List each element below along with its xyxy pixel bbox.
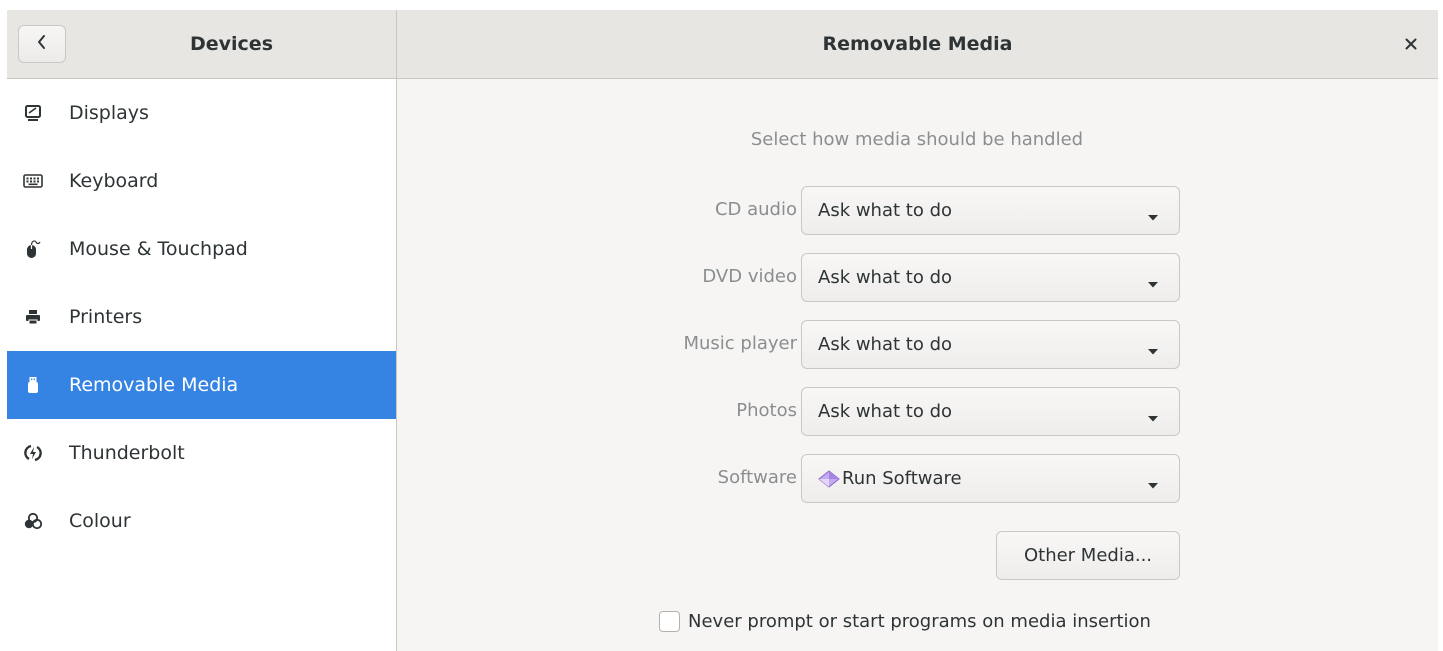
dropdown-value: Ask what to do <box>818 334 953 355</box>
page-title: Removable Media <box>822 33 1013 55</box>
sidebar-item-removable-media[interactable]: Removable Media <box>7 351 396 419</box>
printer-icon <box>23 307 43 327</box>
dropdown-arrow-icon <box>1147 408 1159 427</box>
sidebar-title: Devices <box>189 33 273 55</box>
row-label-dvd-video: DVD video <box>702 266 797 287</box>
dropdown-arrow-icon <box>1147 207 1159 226</box>
close-icon <box>1405 35 1417 54</box>
cd-audio-dropdown[interactable]: Ask what to do <box>801 186 1180 235</box>
keyboard-icon <box>23 171 43 191</box>
dropdown-value: Run Software <box>842 468 962 489</box>
sidebar: Displays Keyboard Mouse & Touchpad Print… <box>7 79 397 651</box>
software-dropdown[interactable]: Run Software <box>801 454 1180 503</box>
sidebar-item-label: Colour <box>69 510 131 532</box>
sidebar-item-label: Thunderbolt <box>69 442 185 464</box>
dropdown-arrow-icon <box>1147 341 1159 360</box>
dropdown-value: Ask what to do <box>818 267 953 288</box>
row-label-cd-audio: CD audio <box>714 199 797 220</box>
sidebar-item-colour[interactable]: Colour <box>7 487 396 555</box>
dropdown-arrow-icon <box>1147 274 1159 293</box>
sidebar-item-label: Removable Media <box>69 374 239 396</box>
header-bar: Devices Removable Media <box>7 10 1438 79</box>
dropdown-arrow-icon <box>1147 475 1159 494</box>
dropdown-value: Ask what to do <box>818 200 953 221</box>
back-button[interactable] <box>18 25 66 63</box>
removable-media-panel: Select how media should be handled CD au… <box>397 79 1438 651</box>
other-media-button[interactable]: Other Media... <box>996 531 1180 580</box>
music-player-dropdown[interactable]: Ask what to do <box>801 320 1180 369</box>
header-left-pane: Devices <box>7 10 397 78</box>
software-diamond-icon <box>818 469 840 488</box>
sidebar-item-displays[interactable]: Displays <box>7 79 396 147</box>
display-icon <box>23 103 43 123</box>
row-label-music-player: Music player <box>683 333 797 354</box>
never-prompt-checkbox[interactable] <box>659 611 680 632</box>
dropdown-value-wrapper: Run Software <box>818 468 962 489</box>
row-label-software: Software <box>717 467 797 488</box>
sidebar-item-label: Mouse & Touchpad <box>69 238 248 260</box>
usb-drive-icon <box>23 375 43 395</box>
sidebar-item-thunderbolt[interactable]: Thunderbolt <box>7 419 396 487</box>
panel-subtitle: Select how media should be handled <box>750 129 1084 150</box>
colour-icon <box>23 511 43 531</box>
row-label-photos: Photos <box>736 400 797 421</box>
settings-window: Devices Removable Media Displays Keyboar… <box>7 10 1438 651</box>
sidebar-item-mouse-touchpad[interactable]: Mouse & Touchpad <box>7 215 396 283</box>
sidebar-item-printers[interactable]: Printers <box>7 283 396 351</box>
sidebar-item-label: Displays <box>69 102 149 124</box>
close-button[interactable] <box>1394 27 1428 61</box>
sidebar-item-label: Keyboard <box>69 170 159 192</box>
never-prompt-label[interactable]: Never prompt or start programs on media … <box>688 611 1151 632</box>
thunderbolt-icon <box>23 443 43 463</box>
dropdown-value: Ask what to do <box>818 401 953 422</box>
sidebar-item-keyboard[interactable]: Keyboard <box>7 147 396 215</box>
sidebar-item-label: Printers <box>69 306 143 328</box>
chevron-left-icon <box>35 34 49 54</box>
never-prompt-row: Never prompt or start programs on media … <box>659 611 1151 632</box>
mouse-icon <box>23 239 43 259</box>
photos-dropdown[interactable]: Ask what to do <box>801 387 1180 436</box>
dvd-video-dropdown[interactable]: Ask what to do <box>801 253 1180 302</box>
